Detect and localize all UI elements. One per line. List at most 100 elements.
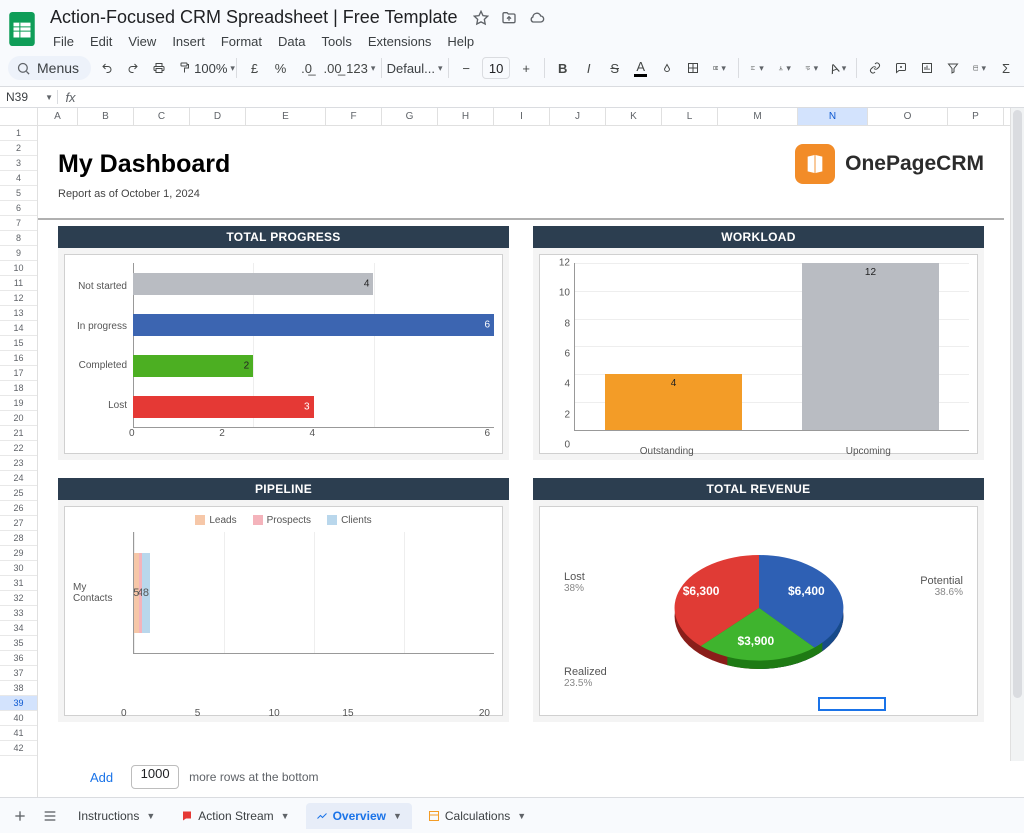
font-family-dropdown[interactable]: Defaul... <box>390 56 440 80</box>
row-header[interactable]: 17 <box>0 366 37 381</box>
col-header[interactable]: L <box>662 108 718 125</box>
col-header[interactable]: N <box>798 108 868 125</box>
row-header[interactable]: 34 <box>0 621 37 636</box>
row-header[interactable]: 18 <box>0 381 37 396</box>
row-header[interactable]: 16 <box>0 351 37 366</box>
bold-icon[interactable]: B <box>553 56 573 80</box>
row-header[interactable]: 29 <box>0 546 37 561</box>
currency-pound-icon[interactable]: £ <box>245 56 265 80</box>
font-size-input[interactable]: 10 <box>482 57 510 79</box>
paint-format-icon[interactable] <box>175 56 195 80</box>
add-sheet-icon[interactable] <box>8 804 32 828</box>
menu-search[interactable]: Menus <box>8 56 91 80</box>
row-header[interactable]: 20 <box>0 411 37 426</box>
select-all-corner[interactable] <box>0 108 38 125</box>
menu-help[interactable]: Help <box>440 31 481 52</box>
row-header[interactable]: 24 <box>0 471 37 486</box>
row-header[interactable]: 40 <box>0 711 37 726</box>
insert-comment-icon[interactable] <box>891 56 911 80</box>
insert-link-icon[interactable] <box>865 56 885 80</box>
menu-format[interactable]: Format <box>214 31 269 52</box>
row-header[interactable]: 30 <box>0 561 37 576</box>
row-header[interactable]: 13 <box>0 306 37 321</box>
undo-icon[interactable] <box>97 56 117 80</box>
borders-icon[interactable] <box>683 56 703 80</box>
fill-color-icon[interactable] <box>657 56 677 80</box>
col-header[interactable]: B <box>78 108 134 125</box>
font-size-decrease-icon[interactable]: − <box>456 56 476 80</box>
row-header[interactable]: 33 <box>0 606 37 621</box>
row-header[interactable]: 27 <box>0 516 37 531</box>
percent-icon[interactable]: % <box>271 56 291 80</box>
name-box[interactable]: N39 ▼ <box>0 90 58 104</box>
wrap-icon[interactable] <box>801 56 822 80</box>
print-icon[interactable] <box>149 56 169 80</box>
row-header[interactable]: 11 <box>0 276 37 291</box>
col-header[interactable]: E <box>246 108 326 125</box>
vertical-scrollbar[interactable] <box>1010 108 1024 761</box>
redo-icon[interactable] <box>123 56 143 80</box>
menu-file[interactable]: File <box>46 31 81 52</box>
tab-overview[interactable]: Overview▼ <box>306 803 412 829</box>
tab-calculations[interactable]: Calculations▼ <box>418 803 536 829</box>
tab-action-stream[interactable]: Action Stream▼ <box>171 803 299 829</box>
menu-edit[interactable]: Edit <box>83 31 119 52</box>
row-header[interactable]: 5 <box>0 186 37 201</box>
row-header[interactable]: 14 <box>0 321 37 336</box>
sheet-canvas[interactable]: My Dashboard OnePageCRM Report as of Oct… <box>38 126 1024 797</box>
decrease-decimal-icon[interactable]: .0̲ <box>297 56 317 80</box>
row-header[interactable]: 26 <box>0 501 37 516</box>
row-header[interactable]: 8 <box>0 231 37 246</box>
zoom-dropdown[interactable]: 100% <box>201 56 228 80</box>
row-header[interactable]: 2 <box>0 141 37 156</box>
col-header[interactable]: O <box>868 108 948 125</box>
filter-views-icon[interactable] <box>969 56 990 80</box>
rotate-text-icon[interactable]: A <box>828 56 848 80</box>
col-header[interactable]: I <box>494 108 550 125</box>
row-header[interactable]: 28 <box>0 531 37 546</box>
all-sheets-icon[interactable] <box>38 804 62 828</box>
row-header[interactable]: 9 <box>0 246 37 261</box>
row-header[interactable]: 7 <box>0 216 37 231</box>
row-header[interactable]: 3 <box>0 156 37 171</box>
col-header[interactable]: K <box>606 108 662 125</box>
halign-icon[interactable] <box>746 56 767 80</box>
cloud-saved-icon[interactable] <box>528 9 546 27</box>
col-header[interactable]: H <box>438 108 494 125</box>
strikethrough-icon[interactable]: S <box>605 56 625 80</box>
col-header[interactable]: C <box>134 108 190 125</box>
row-header[interactable]: 19 <box>0 396 37 411</box>
row-header[interactable]: 21 <box>0 426 37 441</box>
valign-icon[interactable] <box>774 56 795 80</box>
doc-title[interactable]: Action-Focused CRM Spreadsheet | Free Te… <box>46 6 462 29</box>
filter-icon[interactable] <box>943 56 963 80</box>
row-header[interactable]: 36 <box>0 651 37 666</box>
row-header[interactable]: 31 <box>0 576 37 591</box>
increase-decimal-icon[interactable]: .00̲ <box>323 56 343 80</box>
move-folder-icon[interactable] <box>500 9 518 27</box>
row-header[interactable]: 22 <box>0 441 37 456</box>
row-header[interactable]: 12 <box>0 291 37 306</box>
row-header[interactable]: 4 <box>0 171 37 186</box>
star-icon[interactable] <box>472 9 490 27</box>
menu-extensions[interactable]: Extensions <box>361 31 439 52</box>
row-header[interactable]: 38 <box>0 681 37 696</box>
row-header[interactable]: 39 <box>0 696 37 711</box>
sheets-logo-icon[interactable] <box>8 11 36 47</box>
text-color-icon[interactable]: A <box>631 56 651 80</box>
row-header[interactable]: 25 <box>0 486 37 501</box>
row-header[interactable]: 23 <box>0 456 37 471</box>
tab-instructions[interactable]: Instructions▼ <box>68 803 165 829</box>
number-format-dropdown[interactable]: 123 <box>349 56 373 80</box>
col-header[interactable]: F <box>326 108 382 125</box>
menu-tools[interactable]: Tools <box>314 31 358 52</box>
row-header[interactable]: 10 <box>0 261 37 276</box>
col-header[interactable]: P <box>948 108 1004 125</box>
add-rows-button[interactable]: Add <box>82 766 121 789</box>
merge-cells-icon[interactable] <box>709 56 730 80</box>
col-header[interactable]: A <box>38 108 78 125</box>
col-header[interactable]: G <box>382 108 438 125</box>
row-header[interactable]: 6 <box>0 201 37 216</box>
row-header[interactable]: 15 <box>0 336 37 351</box>
menu-insert[interactable]: Insert <box>165 31 212 52</box>
